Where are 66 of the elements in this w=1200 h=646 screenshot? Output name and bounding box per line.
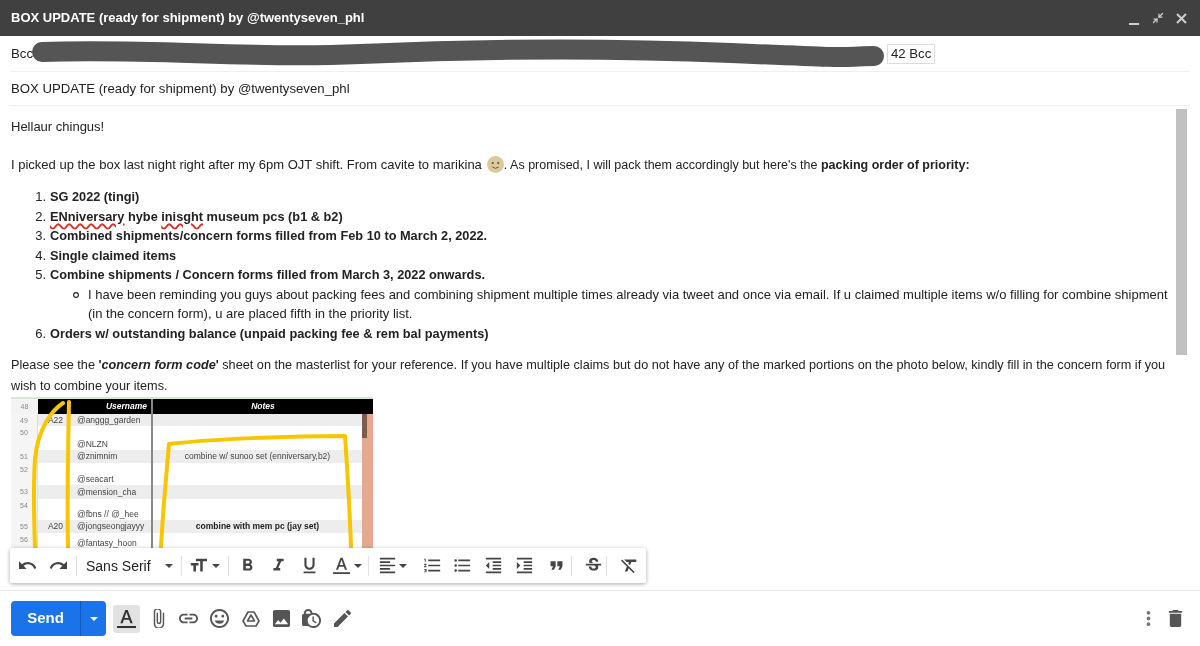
image-icon[interactable] [272, 609, 291, 628]
body-text: . As promised, I will pack them accordingly but here's the packing order of priority: [503, 157, 970, 172]
table-cell: @mension_cha [77, 487, 137, 497]
table-cell: combine with mem pc (jay set) [195, 522, 320, 531]
send-button[interactable]: Send [11, 601, 80, 636]
send-options-button[interactable] [80, 601, 106, 636]
text-size-icon [189, 557, 207, 574]
list-number: 2. [34, 207, 46, 226]
list-number: 3. [34, 227, 46, 245]
recipient-count-chip[interactable]: 42 Bcc [887, 43, 936, 64]
numbered-list-icon[interactable] [423, 557, 441, 574]
list-item-text: Single claimed items [50, 246, 177, 265]
caret-icon [211, 563, 220, 568]
caret-icon [353, 563, 362, 568]
formatting-options-button[interactable] [113, 604, 140, 633]
list-item-text: Orders w/ outstanding balance (unpaid packing fee & rem bal payments) [50, 324, 489, 343]
table-cell: @jongseongjayyy [77, 522, 145, 531]
lock-clock-icon[interactable] [302, 609, 321, 628]
table-cell: A22 [47, 415, 64, 425]
table-cell: combine w/ sunoo set (enniversary,b2) [184, 452, 331, 461]
scrollbar-thumb[interactable] [1176, 109, 1187, 355]
body-text: I picked up the box last night right after my 6pm OJT shift. From cavite to marikina [11, 156, 482, 172]
clear-formatting-icon[interactable] [620, 557, 638, 574]
indent-more-icon[interactable] [515, 557, 533, 574]
list-number: 4. [34, 246, 46, 265]
triangle-icon[interactable] [242, 610, 260, 627]
table-cell: @seacart [77, 474, 114, 483]
list-number: 5. [34, 266, 46, 284]
smiley-icon[interactable] [210, 609, 229, 628]
recipients-field[interactable]: Bcc 42 Bcc [10, 36, 1190, 72]
text-format-icon [117, 609, 136, 628]
list-number: 6. [34, 324, 46, 343]
face-emoji-icon [486, 155, 504, 173]
sheet-scrollbar-thumb [362, 414, 367, 438]
table-cell: @fantasy_hoon [77, 538, 137, 547]
recipients-label: Bcc [10, 44, 33, 63]
close-icon[interactable] [1176, 12, 1187, 24]
caret-icon [89, 616, 98, 621]
table-cell: @znimnim [77, 452, 118, 461]
list-item-text: Combined shipments/concern forms filled from Feb 10 to March 2, 2022. [50, 227, 488, 245]
list-number: 1. [34, 188, 46, 206]
caret-icon [398, 563, 407, 568]
table-cell: A20 [47, 522, 64, 531]
table-cell: @NLZN [77, 439, 108, 448]
align-left-icon [378, 557, 396, 574]
font-dropdown[interactable]: Sans Serif [77, 551, 181, 580]
body-paragraph: Please see the 'concern form code' sheet on the masterlist for your reference. If you have multiple claims but do not have any of the marked portions on the photo below, kindly fill in the concern form if you wish to combine your items. [11, 358, 1166, 393]
trash-icon[interactable] [1166, 609, 1185, 628]
bulleted-list-icon[interactable] [453, 557, 471, 574]
indent-less-icon[interactable] [484, 557, 502, 574]
strikethrough-icon[interactable] [584, 557, 602, 574]
table-cell: @fbns // @_hee [77, 509, 139, 518]
pen-icon[interactable] [333, 609, 352, 628]
list-item-text: ENniversary hybe inisght museum pcs (b1 & b2) [50, 207, 343, 226]
body-paragraph: Hellaur chingus! [11, 119, 105, 134]
list-item-text: SG 2022 (tingi) [50, 188, 140, 206]
table-cell: @anggg_garden [77, 415, 141, 425]
exit-fullscreen-icon[interactable] [1152, 12, 1164, 24]
subject-field[interactable]: BOX UPDATE (ready for shipment) by @twentyseven_phl [10, 72, 1190, 106]
text-color-icon [332, 557, 350, 574]
window-title: BOX UPDATE (ready for shipment) by @twentyseven_phl [11, 9, 366, 28]
caret-icon [164, 563, 173, 568]
list-item-text: Combine shipments / Concern forms filled from March 3, 2022 onwards. [50, 266, 485, 284]
list-item-text: I have been reminding you guys about packing fees and combining shipment multiple times already via tweet and once via email. If u claimed multiple items w/o filling for combine shipment (in the concern form), u are placed fifth in the priority list. [88, 285, 1169, 323]
column-header: Notes [250, 400, 276, 414]
circle-bullet-icon [73, 291, 79, 298]
